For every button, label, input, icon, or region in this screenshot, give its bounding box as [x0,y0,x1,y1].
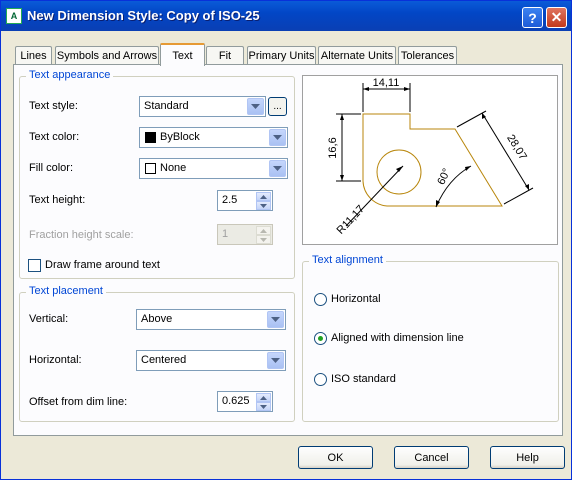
offset-label: Offset from dim line: [29,396,128,408]
color-swatch-icon [145,163,156,174]
align-horizontal-radio[interactable] [314,293,327,306]
fill-color-value: None [160,162,187,174]
close-button[interactable]: ✕ [546,7,567,28]
text-color-select[interactable]: ByBlock [139,127,288,148]
align-horizontal-label: Horizontal [331,293,381,305]
text-style-label: Text style: [29,100,78,112]
text-height-label: Text height: [29,194,86,206]
text-placement-group: Text placement Vertical: Above Horizonta… [19,285,295,422]
ok-button[interactable]: OK [298,446,373,469]
align-with-dimension-line-label: Aligned with dimension line [331,332,464,344]
window-title: New Dimension Style: Copy of ISO-25 [27,8,260,23]
chevron-down-icon[interactable] [247,98,264,115]
text-color-label: Text color: [29,131,80,143]
text-height-spinner[interactable]: 2.5 [217,190,273,211]
fraction-height-label: Fraction height scale: [29,229,134,241]
tab-primary-units[interactable]: Primary Units [247,46,316,65]
text-tab-panel: Text appearance Text style: Standard ...… [13,64,563,436]
tab-symbols-and-arrows[interactable]: Symbols and Arrows [55,46,159,65]
tab-fit[interactable]: Fit [206,46,244,65]
text-style-select[interactable]: Standard [139,96,266,117]
preview-dim-right: 28,07 [504,133,529,163]
text-appearance-group: Text appearance Text style: Standard ...… [19,69,295,279]
vertical-label: Vertical: [29,313,69,325]
chevron-down-icon[interactable] [269,129,286,146]
preview-dim-angle: 60° [435,167,453,187]
offset-spinner[interactable]: 0.625 [217,391,273,412]
help-button[interactable]: Help [490,446,565,469]
chevron-down-icon[interactable] [269,160,286,177]
dimension-preview: 14,11 16,6 28,07 60° R11,17 [302,75,558,245]
text-alignment-group: Text alignment Horizontal Aligned with d… [302,254,559,422]
dialog-window: A New Dimension Style: Copy of ISO-25 ? … [0,0,572,480]
spin-down-icon[interactable] [256,235,271,244]
title-bar[interactable]: A New Dimension Style: Copy of ISO-25 ? … [1,1,571,31]
fraction-height-value: 1 [222,228,229,240]
text-style-value: Standard [144,100,189,112]
horizontal-label: Horizontal: [29,354,82,366]
draw-frame-label: Draw frame around text [45,259,160,271]
preview-dim-left: 16,6 [327,137,339,158]
text-appearance-legend: Text appearance [26,69,114,81]
spin-down-icon[interactable] [256,402,271,411]
draw-frame-checkbox[interactable] [28,259,41,272]
preview-dim-top: 14,11 [373,77,400,89]
chevron-down-icon[interactable] [267,352,284,369]
tab-text[interactable]: Text [160,43,205,66]
spin-up-icon[interactable] [256,192,271,201]
horizontal-value: Centered [141,354,187,366]
fill-color-label: Fill color: [29,162,74,174]
vertical-value: Above [141,313,173,325]
chevron-down-icon[interactable] [267,311,284,328]
horizontal-select[interactable]: Centered [136,350,286,371]
text-height-value: 2.5 [222,194,238,206]
color-swatch-icon [145,132,156,143]
text-style-browse-button[interactable]: ... [268,97,287,116]
spin-up-icon[interactable] [256,226,271,235]
cancel-button[interactable]: Cancel [394,446,469,469]
offset-value: 0.625 [222,395,250,407]
help-title-button[interactable]: ? [522,7,543,28]
spin-down-icon[interactable] [256,201,271,210]
preview-outline [362,113,503,207]
autocad-app-icon: A [6,8,22,24]
align-with-dimension-line-radio[interactable] [314,332,327,345]
align-iso-standard-radio[interactable] [314,373,327,386]
tab-tolerances[interactable]: Tolerances [398,46,457,65]
vertical-select[interactable]: Above [136,309,286,330]
preview-dim-radius: R11,17 [335,203,367,237]
fraction-height-spinner[interactable]: 1 [217,224,273,245]
tab-lines[interactable]: Lines [15,46,52,65]
preview-drawing: 14,11 16,6 28,07 60° R11,17 [327,77,534,237]
text-alignment-legend: Text alignment [309,254,386,266]
align-iso-standard-label: ISO standard [331,373,396,385]
text-placement-legend: Text placement [26,285,106,297]
fill-color-select[interactable]: None [139,158,288,179]
spin-up-icon[interactable] [256,393,271,402]
tab-alternate-units[interactable]: Alternate Units [318,46,396,65]
text-color-value: ByBlock [160,131,200,143]
